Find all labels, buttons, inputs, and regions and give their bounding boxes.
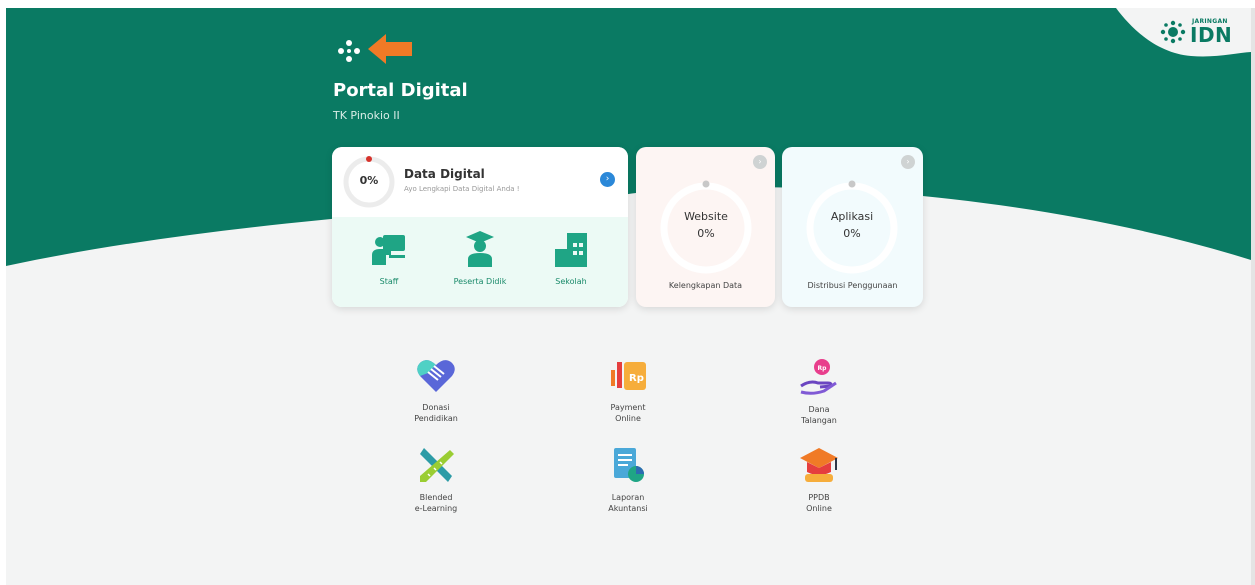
service-label-2: Talangan (801, 416, 837, 425)
website-ring-title: Website (684, 210, 728, 223)
service-laporan-akuntansi[interactable]: Laporan Akuntansi (573, 446, 683, 514)
aplikasi-card-footer: Distribusi Penggunaan (807, 281, 898, 290)
service-label-1: Donasi (422, 403, 450, 412)
logo-big-text: IDN (1190, 23, 1233, 47)
chevron-right-icon[interactable]: › (600, 172, 615, 187)
page-title: Portal Digital (333, 80, 468, 101)
shortcut-staff[interactable]: Staff (349, 229, 429, 286)
service-label-2: e-Learning (414, 504, 458, 513)
arrow-left-annotation-icon (366, 32, 414, 66)
aplikasi-ring-title: Aplikasi (830, 210, 874, 223)
data-digital-subtitle: Ayo Lengkapi Data Digital Anda ! (404, 185, 520, 193)
service-label-1: Dana (808, 405, 830, 414)
hero-background (6, 8, 1251, 266)
data-digital-card: 0% Data Digital Ayo Lengkapi Data Digita… (332, 147, 628, 307)
data-digital-title: Data Digital (404, 167, 485, 181)
jaringan-idn-logo[interactable]: JARINGAN IDN (1154, 12, 1234, 48)
service-blended-e-learning[interactable]: Blended e-Learning (381, 446, 491, 514)
service-donasi-pendidikan[interactable]: Donasi Pendidikan (381, 358, 491, 424)
report-chart-icon (614, 448, 644, 482)
website-ring-value: 0% (697, 227, 715, 240)
service-label-1: Laporan (611, 493, 645, 502)
service-dana-talangan[interactable]: Rp Dana Talangan (764, 358, 874, 426)
website-card[interactable]: › Website 0% Kelengkapan Data (636, 147, 775, 307)
svg-text:Rp: Rp (818, 365, 828, 372)
school-building-icon (555, 233, 587, 267)
chevron-right-icon[interactable]: › (753, 155, 767, 169)
chevron-right-icon[interactable]: › (901, 155, 915, 169)
service-payment-online[interactable]: Rp Payment Online (573, 358, 683, 424)
logo-mark-icon (1160, 20, 1186, 44)
website-progress-ring: Website 0% (658, 180, 754, 276)
service-label-2: Akuntansi (608, 504, 648, 513)
aplikasi-progress-ring: Aplikasi 0% (804, 180, 900, 276)
teacher-icon (372, 235, 405, 265)
aplikasi-card[interactable]: › Aplikasi 0% Distribusi Penggunaan (782, 147, 923, 307)
service-label-1: Payment (610, 403, 646, 412)
shortcut-sekolah[interactable]: Sekolah (531, 229, 611, 286)
website-card-footer: Kelengkapan Data (668, 281, 743, 290)
service-label-2: Online (615, 414, 641, 423)
data-digital-progress-value: 0% (359, 174, 379, 187)
service-label-1: Blended (419, 493, 453, 502)
shortcut-label: Sekolah (555, 277, 587, 286)
student-icon (466, 231, 494, 267)
shortcut-label: Staff (379, 277, 399, 286)
service-label-2: Pendidikan (414, 414, 458, 423)
hand-coin-icon: Rp (800, 359, 837, 395)
heart-handshake-icon (417, 360, 455, 392)
aplikasi-ring-value: 0% (843, 227, 861, 240)
menu-dots-icon[interactable] (336, 38, 362, 64)
data-digital-progress-ring: 0% (341, 154, 397, 210)
data-digital-header[interactable]: 0% Data Digital Ayo Lengkapi Data Digita… (332, 147, 628, 217)
svg-text:Rp: Rp (629, 373, 644, 384)
ruler-pencil-icon (420, 448, 454, 482)
service-label-2: Online (806, 504, 832, 513)
service-ppdb-online[interactable]: PPDB Online (764, 446, 874, 514)
vertical-scrollbar[interactable] (1251, 8, 1255, 585)
graduation-cap-icon (800, 448, 838, 482)
shortcut-label: Peserta Didik (453, 277, 507, 286)
service-label-1: PPDB (808, 493, 830, 502)
school-name: TK Pinokio II (333, 109, 400, 122)
shortcut-peserta-didik[interactable]: Peserta Didik (440, 229, 520, 286)
app-container: Portal Digital TK Pinokio II JARINGAN ID… (6, 8, 1251, 585)
payment-rp-icon: Rp (611, 362, 646, 390)
